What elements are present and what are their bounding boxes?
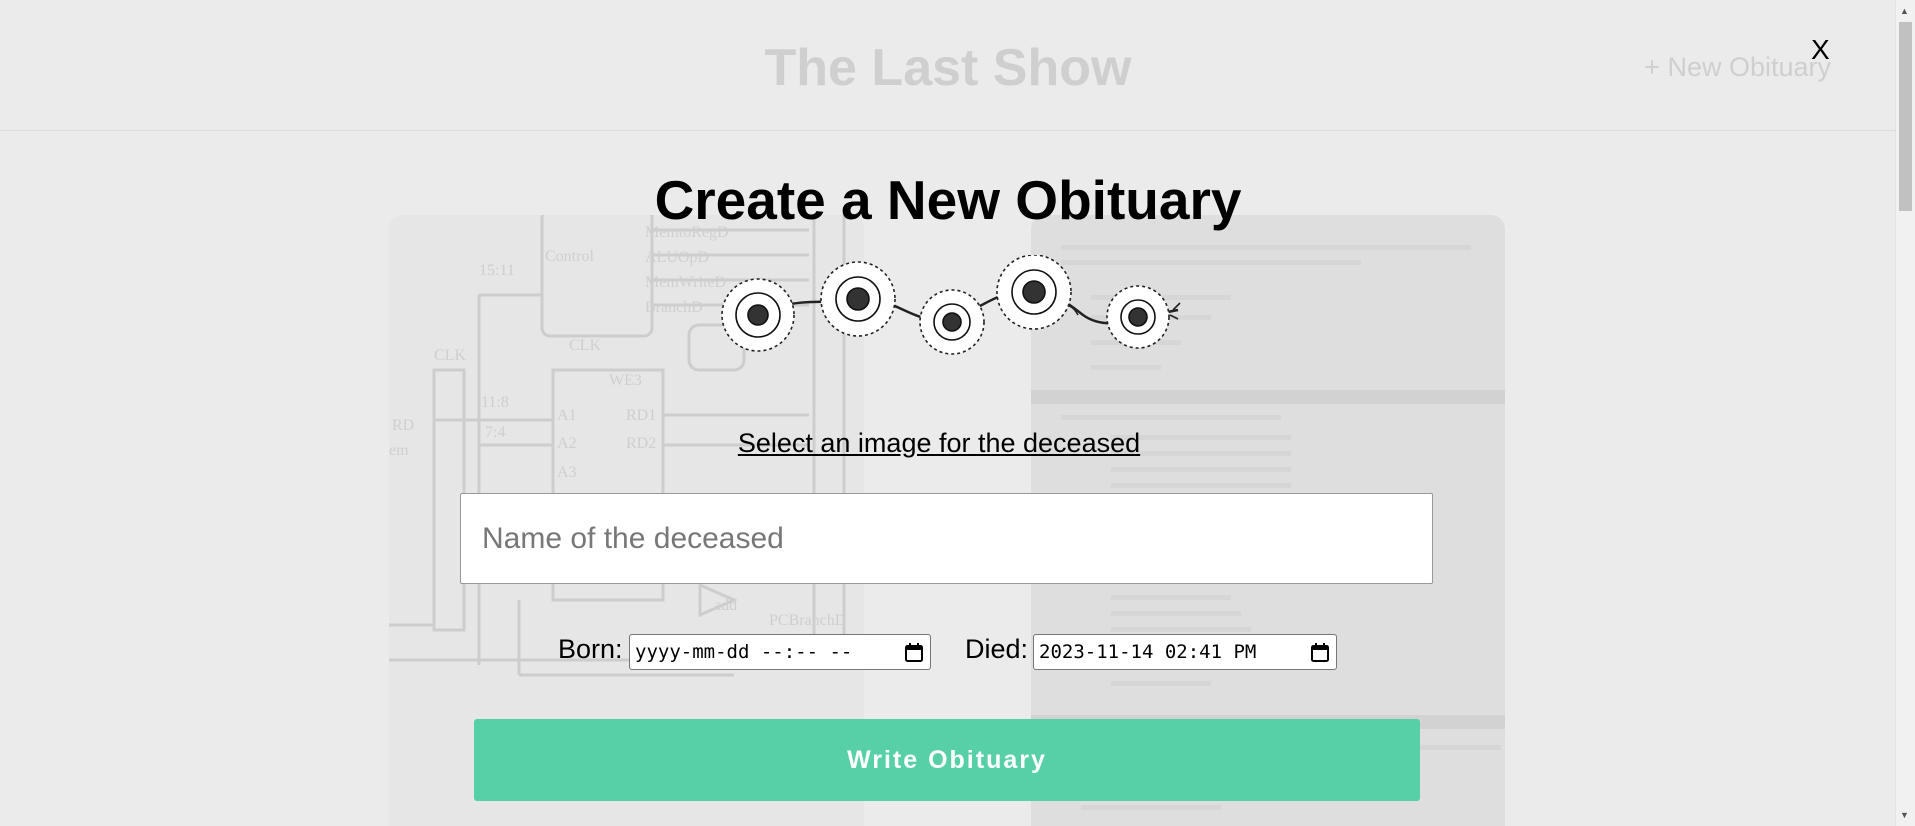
scroll-thumb[interactable] xyxy=(1899,22,1912,211)
vertical-scrollbar[interactable]: ▲ ▼ xyxy=(1895,0,1915,826)
page-header: The Last Show + New Obituary xyxy=(0,0,1896,131)
new-obituary-link: + New Obituary xyxy=(1644,52,1831,82)
scroll-down-arrow-icon[interactable]: ▼ xyxy=(1900,810,1909,820)
svg-text:Control: Control xyxy=(545,248,594,265)
died-date-input[interactable]: 2023-11-14 02:41 PM xyxy=(1033,634,1337,670)
svg-text:CLK: CLK xyxy=(434,347,466,364)
svg-text:PCBranchD: PCBranchD xyxy=(769,612,846,629)
svg-text:15:11: 15:11 xyxy=(479,262,515,279)
deceased-name-input[interactable] xyxy=(460,493,1433,584)
svg-text:11:8: 11:8 xyxy=(481,394,509,411)
died-label: Died: xyxy=(965,634,1029,664)
svg-text:ALUOpD: ALUOpD xyxy=(645,249,709,266)
born-label: Born: xyxy=(558,634,623,664)
svg-text:BranchD: BranchD xyxy=(645,299,703,316)
close-button[interactable]: X xyxy=(1811,34,1830,66)
born-date-value: yyyy-mm-dd --:-- -- xyxy=(635,641,853,663)
svg-text:MemWriteD: MemWriteD xyxy=(645,274,726,291)
modal-title: Create a New Obituary xyxy=(654,169,1242,231)
svg-text:RD1: RD1 xyxy=(626,407,656,424)
died-date-value: 2023-11-14 02:41 PM xyxy=(1039,641,1257,663)
svg-text:A1: A1 xyxy=(557,407,577,424)
select-image-link[interactable]: Select an image for the deceased xyxy=(0,428,1878,459)
svg-text:WE3: WE3 xyxy=(609,372,642,389)
calendar-icon[interactable] xyxy=(1310,643,1330,663)
svg-text:A3: A3 xyxy=(557,464,577,481)
scroll-up-arrow-icon[interactable]: ▲ xyxy=(1900,6,1909,16)
svg-text:CLK: CLK xyxy=(569,337,601,354)
born-date-input[interactable]: yyyy-mm-dd --:-- -- xyxy=(629,634,931,670)
calendar-icon[interactable] xyxy=(904,643,924,663)
write-obituary-button[interactable]: Write Obituary xyxy=(474,719,1420,801)
app-title: The Last Show xyxy=(764,39,1132,97)
daisy-garland-image xyxy=(721,255,1181,355)
svg-text:add: add xyxy=(714,597,737,614)
